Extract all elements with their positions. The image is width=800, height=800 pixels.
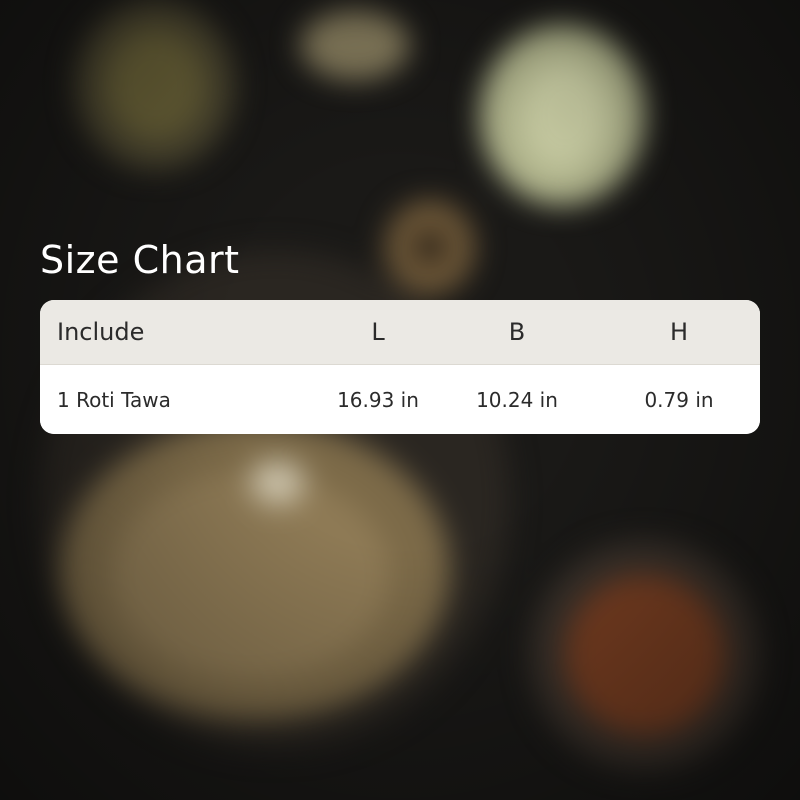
table-row: 1 Roti Tawa 16.93 in 10.24 in 0.79 in	[40, 365, 760, 434]
page-title: Size Chart	[40, 238, 240, 282]
header-length: L	[371, 318, 385, 346]
header-include: Include	[57, 318, 145, 346]
cell-include: 1 Roti Tawa	[57, 388, 171, 412]
size-table: Include L B H 1 Roti Tawa 16.93 in 10.24…	[40, 300, 760, 434]
cell-height: 0.79 in	[644, 388, 714, 412]
table-header-row: Include L B H	[40, 300, 760, 365]
cell-breadth: 10.24 in	[476, 388, 558, 412]
header-height: H	[669, 318, 689, 346]
header-breadth: B	[508, 318, 526, 346]
cell-length: 16.93 in	[337, 388, 419, 412]
